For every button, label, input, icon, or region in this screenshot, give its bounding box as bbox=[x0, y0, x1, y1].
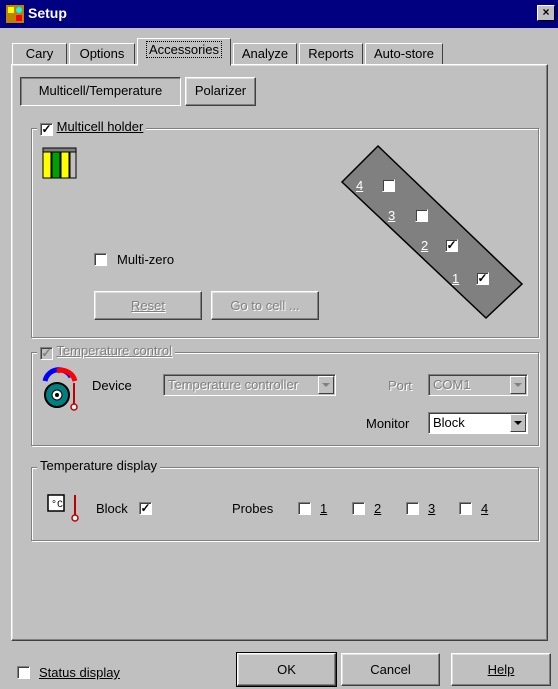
svg-text:°C: °C bbox=[51, 499, 63, 511]
probe-4-label: 4 bbox=[481, 501, 489, 516]
port-dropdown[interactable]: COM1 bbox=[428, 374, 528, 396]
probe-3-label: 3 bbox=[428, 501, 436, 516]
probe-1-checkbox[interactable] bbox=[298, 502, 311, 515]
temperature-control-checkbox[interactable]: ✓ bbox=[40, 347, 53, 360]
multi-zero-label: Multi-zero bbox=[117, 252, 175, 267]
probe-1-label: 1 bbox=[320, 501, 328, 516]
temperature-control-label: Temperature control bbox=[56, 343, 173, 358]
multicell-holder-label: Multicell holder bbox=[56, 119, 144, 134]
multicell-holder-checkbox[interactable]: ✓ bbox=[40, 123, 53, 136]
cell-2-number: 2 bbox=[421, 238, 429, 253]
chevron-down-icon[interactable] bbox=[510, 376, 526, 394]
subtab-multicell-temperature[interactable]: Multicell/Temperature bbox=[20, 77, 181, 106]
chevron-down-icon[interactable] bbox=[510, 414, 526, 432]
reset-label: Reset bbox=[131, 298, 165, 313]
probe-2-label: 2 bbox=[374, 501, 382, 516]
cell-4-number: 4 bbox=[356, 178, 364, 193]
device-dropdown[interactable]: Temperature controller bbox=[163, 374, 336, 396]
cuvettes-icon bbox=[42, 147, 77, 179]
monitor-label: Monitor bbox=[366, 416, 410, 431]
chevron-down-icon[interactable] bbox=[318, 376, 334, 394]
cell-3-number: 3 bbox=[388, 208, 396, 223]
probe-3-checkbox[interactable] bbox=[406, 502, 419, 515]
block-checkbox[interactable]: ✓ bbox=[139, 502, 152, 515]
temperature-control-legend: ✓ Temperature control bbox=[37, 343, 176, 360]
cancel-button[interactable]: Cancel bbox=[341, 653, 440, 686]
help-button[interactable]: Help bbox=[451, 653, 551, 686]
cell-2-checkbox[interactable]: ✓ bbox=[445, 239, 458, 252]
port-value: COM1 bbox=[433, 377, 471, 392]
ok-button[interactable]: OK bbox=[236, 652, 337, 687]
status-display-text: Status display bbox=[39, 665, 120, 680]
probes-label: Probes bbox=[232, 501, 274, 516]
device-label: Device bbox=[92, 378, 132, 393]
cell-1-checkbox[interactable]: ✓ bbox=[476, 272, 489, 285]
status-display-label: Status display bbox=[39, 665, 120, 680]
device-value: Temperature controller bbox=[168, 377, 299, 392]
probe-4-checkbox[interactable] bbox=[459, 502, 472, 515]
subtab-polarizer[interactable]: Polarizer bbox=[185, 77, 256, 106]
cell-3-checkbox[interactable] bbox=[415, 209, 428, 222]
temperature-display-legend: Temperature display bbox=[37, 459, 161, 473]
multi-zero-checkbox[interactable] bbox=[94, 253, 107, 266]
cell-4-checkbox[interactable] bbox=[382, 179, 395, 192]
probe-2-checkbox[interactable] bbox=[352, 502, 365, 515]
status-display-checkbox[interactable] bbox=[17, 666, 30, 679]
multicell-diagram bbox=[340, 144, 524, 320]
block-label: Block bbox=[96, 501, 128, 516]
monitor-value: Block bbox=[433, 415, 465, 430]
monitor-dropdown[interactable]: Block bbox=[428, 412, 528, 434]
help-label: Help bbox=[487, 662, 515, 677]
go-to-cell-button[interactable]: Go to cell ... bbox=[211, 291, 319, 320]
port-label: Port bbox=[388, 378, 412, 393]
reset-button[interactable]: Reset bbox=[94, 291, 202, 320]
multicell-legend: ✓ Multicell holder bbox=[37, 119, 147, 136]
cell-1-number: 1 bbox=[452, 271, 460, 286]
temperature-controller-icon bbox=[42, 367, 78, 411]
thermometer-display-icon: °C bbox=[47, 494, 79, 522]
